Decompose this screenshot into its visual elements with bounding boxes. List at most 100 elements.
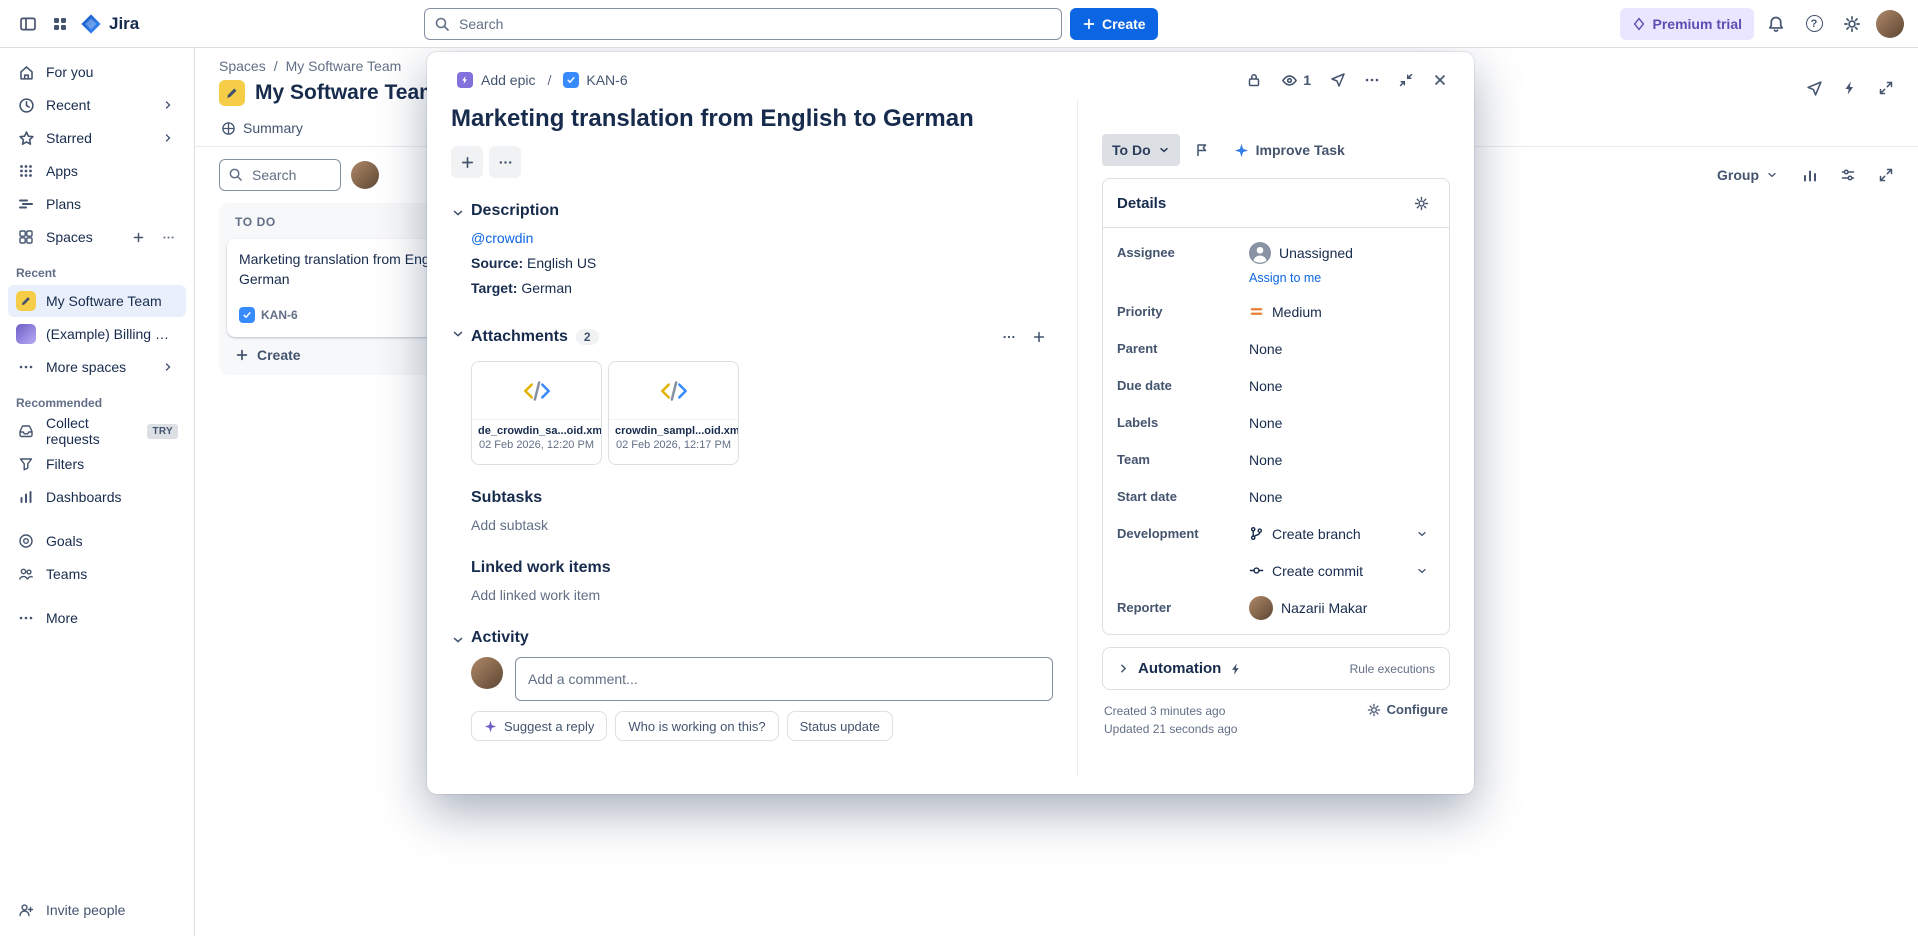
- due-date-value[interactable]: None: [1249, 378, 1435, 394]
- status-update-chip[interactable]: Status update: [787, 711, 893, 741]
- share-page-button[interactable]: [1798, 72, 1830, 104]
- add-linked-item-field[interactable]: Add linked work item: [471, 585, 1053, 605]
- expand-page-button[interactable]: [1870, 72, 1902, 104]
- configure-button[interactable]: Configure: [1367, 702, 1448, 717]
- premium-trial-label: Premium trial: [1653, 16, 1742, 32]
- assignee-value[interactable]: Unassigned: [1249, 242, 1435, 264]
- who-is-working-chip[interactable]: Who is working on this?: [615, 711, 778, 741]
- commit-options-button[interactable]: [1409, 558, 1435, 584]
- settings-button[interactable]: [1836, 8, 1868, 40]
- create-button[interactable]: Create: [1070, 8, 1158, 40]
- fullscreen-button[interactable]: [1870, 159, 1902, 191]
- global-search[interactable]: [424, 8, 1062, 40]
- global-search-input[interactable]: [424, 8, 1062, 40]
- attachment-card[interactable]: de_crowdin_sa...oid.xml 02 Feb 2026, 12:…: [471, 361, 602, 465]
- group-by-dropdown[interactable]: Group: [1707, 161, 1788, 189]
- timeline-icon: [16, 196, 36, 212]
- add-attachment-button[interactable]: [1025, 323, 1053, 351]
- start-date-value[interactable]: None: [1249, 489, 1435, 505]
- share-issue-button[interactable]: [1322, 64, 1354, 96]
- sidebar-item-more[interactable]: More: [8, 602, 186, 634]
- sidebar-item-plans[interactable]: Plans: [8, 188, 186, 220]
- app-switcher-button[interactable]: [44, 8, 76, 40]
- sidebar-item-apps[interactable]: Apps: [8, 155, 186, 187]
- sidebar-item-starred[interactable]: Starred: [8, 122, 186, 154]
- chevron-down-icon[interactable]: [451, 327, 465, 341]
- chevron-down-icon[interactable]: [451, 633, 465, 647]
- tab-summary[interactable]: Summary: [219, 116, 305, 146]
- watchers-button[interactable]: 1: [1272, 64, 1320, 96]
- add-flag-button[interactable]: [1186, 134, 1218, 166]
- sidebar-item-dashboards[interactable]: Dashboards: [8, 481, 186, 513]
- view-settings-button[interactable]: [1832, 159, 1864, 191]
- attachment-card[interactable]: crowdin_sampl...oid.xml 02 Feb 2026, 12:…: [608, 361, 739, 465]
- sidebar-item-label: (Example) Billing Systems: [46, 326, 178, 342]
- ai-sparkle-icon: [1234, 143, 1249, 158]
- invite-people-button[interactable]: Invite people: [8, 894, 186, 926]
- sidebar-item-filters[interactable]: Filters: [8, 448, 186, 480]
- assign-to-me-link[interactable]: Assign to me: [1103, 271, 1449, 293]
- jira-logo[interactable]: Jira: [76, 13, 149, 35]
- add-content-button[interactable]: [451, 146, 483, 178]
- reporter-value[interactable]: Nazarii Makar: [1249, 596, 1435, 620]
- chevron-down-icon[interactable]: [451, 206, 465, 220]
- board-search[interactable]: [219, 159, 341, 191]
- sidebar-toggle-button[interactable]: [12, 8, 44, 40]
- branch-options-button[interactable]: [1409, 521, 1435, 547]
- priority-value[interactable]: Medium: [1249, 304, 1435, 320]
- watch-count: 1: [1303, 72, 1311, 88]
- labels-value[interactable]: None: [1249, 415, 1435, 431]
- sidebar-item-goals[interactable]: Goals: [8, 525, 186, 557]
- attachments-more-button[interactable]: [995, 323, 1023, 351]
- sidebar-item-billing-systems[interactable]: (Example) Billing Systems: [8, 318, 186, 350]
- sidebar-item-for-you[interactable]: For you: [8, 56, 186, 88]
- space-pencil-icon: [219, 80, 245, 106]
- add-space-icon[interactable]: [128, 231, 148, 244]
- add-epic-button[interactable]: Add epic: [451, 68, 541, 92]
- filter-user-avatar[interactable]: [351, 161, 379, 189]
- create-commit-action[interactable]: Create commit: [1249, 558, 1435, 584]
- breadcrumb-space-name[interactable]: My Software Team: [286, 58, 402, 74]
- sidebar-item-my-software-team[interactable]: My Software Team: [8, 285, 186, 317]
- mention-crowdin[interactable]: @crowdin: [471, 230, 533, 246]
- sidebar-item-more-spaces[interactable]: More spaces: [8, 351, 186, 383]
- automation-page-button[interactable]: [1834, 72, 1866, 104]
- improve-task-button[interactable]: Improve Task: [1224, 134, 1355, 166]
- notifications-button[interactable]: [1760, 8, 1792, 40]
- issue-key-link[interactable]: KAN-6: [557, 68, 633, 92]
- close-modal-button[interactable]: [1424, 64, 1456, 96]
- more-actions-button[interactable]: [1356, 64, 1388, 96]
- premium-trial-button[interactable]: Premium trial: [1620, 8, 1754, 40]
- automation-panel[interactable]: Automation Rule executions: [1102, 647, 1450, 690]
- sidebar-item-collect-requests[interactable]: Collect requests TRY: [8, 415, 186, 447]
- breadcrumb-spaces[interactable]: Spaces: [219, 58, 266, 74]
- reporter-avatar: [1249, 596, 1273, 620]
- add-subtask-field[interactable]: Add subtask: [471, 515, 1053, 535]
- left-sidebar: For you Recent Starred Apps Plans Spaces…: [0, 48, 195, 936]
- status-dropdown[interactable]: To Do: [1102, 134, 1180, 166]
- lightning-icon: [1842, 80, 1858, 96]
- parent-value[interactable]: None: [1249, 341, 1435, 357]
- suggest-reply-chip[interactable]: Suggest a reply: [471, 711, 607, 741]
- xml-file-icon: [520, 374, 554, 408]
- profile-button[interactable]: [1874, 8, 1906, 40]
- comment-input[interactable]: [515, 657, 1053, 701]
- spaces-more-icon[interactable]: [158, 231, 178, 244]
- team-value[interactable]: None: [1249, 452, 1435, 468]
- apps-more-button[interactable]: [489, 146, 521, 178]
- sidebar-item-teams[interactable]: Teams: [8, 558, 186, 590]
- sidebar-item-spaces[interactable]: Spaces: [8, 221, 186, 253]
- help-button[interactable]: ?: [1798, 8, 1830, 40]
- assignee-label: Assignee: [1117, 245, 1249, 260]
- create-branch-action[interactable]: Create branch: [1249, 521, 1435, 547]
- sidebar-item-recent[interactable]: Recent: [8, 89, 186, 121]
- target-label: Target:: [471, 280, 517, 296]
- insights-button[interactable]: [1794, 159, 1826, 191]
- recent-section-label: Recent: [8, 254, 186, 284]
- reporter-label: Reporter: [1117, 600, 1249, 615]
- details-settings-button[interactable]: [1407, 189, 1435, 217]
- description-body[interactable]: @crowdin Source: English US Target: Germ…: [471, 228, 1053, 299]
- restrict-access-button[interactable]: [1238, 64, 1270, 96]
- column-create-button[interactable]: Create: [227, 337, 309, 367]
- collapse-modal-button[interactable]: [1390, 64, 1422, 96]
